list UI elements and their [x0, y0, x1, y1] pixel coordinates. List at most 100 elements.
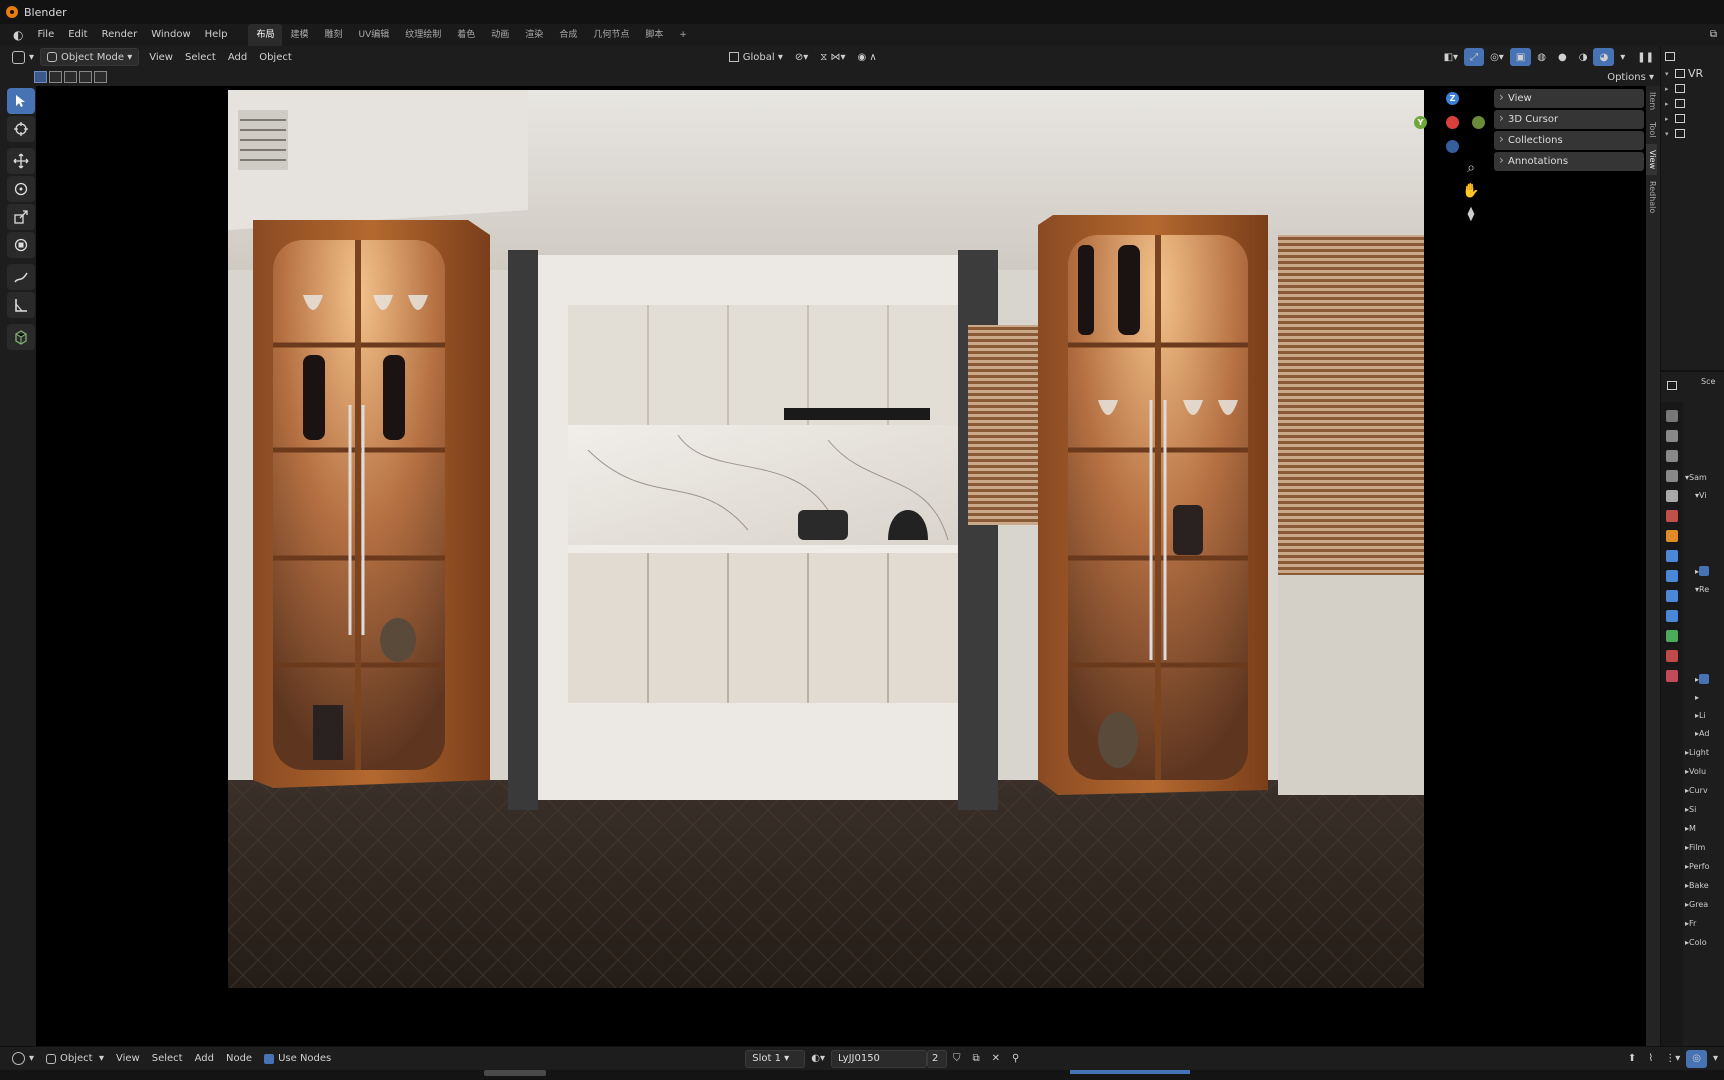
outliner-row[interactable]: ▾ VR: [1661, 66, 1724, 81]
overlay-toggle[interactable]: ◎: [1686, 1049, 1707, 1068]
menu-help[interactable]: Help: [198, 24, 235, 46]
workspace-tab-geometry-nodes[interactable]: 几何节点: [585, 24, 637, 46]
gizmo-z-axis[interactable]: Z: [1446, 92, 1459, 105]
snap-icon[interactable]: ⌇: [1642, 1050, 1659, 1068]
gizmo-y-axis[interactable]: Y: [1414, 116, 1427, 129]
xray-toggle[interactable]: ▣: [1509, 48, 1532, 66]
select-invert-icon[interactable]: [79, 71, 92, 83]
camera-view-icon[interactable]: ⧫: [1460, 206, 1482, 226]
workspace-tab-texture-paint[interactable]: 纹理绘制: [397, 24, 449, 46]
node-select-menu[interactable]: Select: [146, 1050, 189, 1068]
overlay-toggle[interactable]: ◎▾: [1484, 48, 1510, 66]
pause-render-button[interactable]: ❚❚: [1631, 48, 1660, 66]
tab-redhalo[interactable]: Redhalo: [1646, 175, 1657, 219]
prop-panel[interactable]: ▸ Film: [1685, 838, 1705, 856]
gizmo-neg-z-axis[interactable]: [1446, 140, 1459, 153]
add-cube-tool[interactable]: [7, 324, 35, 350]
prop-panel[interactable]: ▸: [1695, 688, 1699, 706]
workspace-tab-layout[interactable]: 布局: [248, 24, 283, 46]
prop-panel[interactable]: ▸ Colo: [1685, 933, 1707, 951]
outliner-editor-icon[interactable]: [1665, 51, 1675, 61]
unlink-material-icon[interactable]: ✕: [986, 1050, 1006, 1068]
outliner-row[interactable]: ▸: [1661, 111, 1724, 126]
add-workspace-button[interactable]: +: [671, 24, 695, 46]
tab-item[interactable]: Item: [1646, 86, 1657, 116]
prop-panel[interactable]: ▸ Grea: [1685, 895, 1708, 913]
menu-edit[interactable]: Edit: [61, 24, 94, 46]
expand-arrow-icon[interactable]: ▸: [1665, 115, 1675, 123]
modifier-props-icon[interactable]: [1666, 550, 1678, 562]
use-nodes-toggle[interactable]: Use Nodes: [258, 1050, 337, 1068]
viewport-object-menu[interactable]: Object: [253, 48, 298, 66]
node-snap-dropdown[interactable]: ⋮▾: [1659, 1050, 1686, 1068]
rotate-tool[interactable]: [7, 176, 35, 202]
prop-panel[interactable]: ▸ Curv: [1685, 781, 1708, 799]
select-box-tool[interactable]: [7, 88, 35, 114]
object-props-icon[interactable]: [1666, 530, 1678, 542]
editor-type-button[interactable]: ▾: [6, 48, 40, 66]
prop-panel[interactable]: ▾ Sam: [1685, 468, 1707, 486]
panel-3d-cursor[interactable]: 3D Cursor: [1494, 109, 1644, 129]
panel-view[interactable]: View: [1494, 88, 1644, 108]
shading-wireframe-button[interactable]: ◍: [1531, 48, 1552, 66]
transform-orientation-dropdown[interactable]: Global ▾: [723, 48, 789, 66]
zoom-icon[interactable]: ⌕: [1460, 160, 1482, 180]
prop-panel[interactable]: ▸ Li: [1695, 706, 1706, 724]
parent-node-tree-icon[interactable]: ⬆: [1622, 1050, 1642, 1068]
panel-collections[interactable]: Collections: [1494, 130, 1644, 150]
gizmo-neg-y-axis[interactable]: [1472, 116, 1485, 129]
cursor-tool[interactable]: [7, 116, 35, 142]
viewport-add-menu[interactable]: Add: [222, 48, 253, 66]
shading-rendered-button[interactable]: ◕: [1593, 48, 1615, 66]
expand-arrow-icon[interactable]: ▾: [1665, 130, 1675, 138]
move-tool[interactable]: [7, 148, 35, 174]
pin-icon[interactable]: ⚲: [1006, 1050, 1025, 1068]
duplicate-material-icon[interactable]: ⧉: [967, 1050, 986, 1068]
snap-toggle[interactable]: ⧖ ⋈▾: [814, 48, 851, 66]
workspace-tab-rendering[interactable]: 渲染: [517, 24, 551, 46]
node-node-menu[interactable]: Node: [220, 1050, 258, 1068]
data-props-icon[interactable]: [1666, 630, 1678, 642]
output-props-icon[interactable]: [1666, 450, 1678, 462]
shading-options-dropdown[interactable]: ▾: [1614, 48, 1631, 66]
scene-props-icon[interactable]: [1666, 490, 1678, 502]
mode-dropdown[interactable]: Object Mode ▾: [40, 48, 140, 66]
menu-window[interactable]: Window: [144, 24, 197, 46]
prop-checkbox[interactable]: ▸: [1695, 670, 1713, 688]
render-props-icon[interactable]: [1666, 430, 1678, 442]
tool-props-icon[interactable]: [1666, 410, 1678, 422]
node-view-menu[interactable]: View: [110, 1050, 146, 1068]
prop-panel[interactable]: ▸ Bake: [1685, 876, 1709, 894]
annotate-tool[interactable]: [7, 264, 35, 290]
workspace-tab-shading[interactable]: 着色: [449, 24, 483, 46]
measure-tool[interactable]: [7, 292, 35, 318]
outliner-row[interactable]: ▾: [1661, 126, 1724, 141]
prop-panel[interactable]: ▾ Re: [1695, 580, 1709, 598]
outliner-row[interactable]: ▸: [1661, 96, 1724, 111]
expand-arrow-icon[interactable]: ▸: [1665, 85, 1675, 93]
view-layer-props-icon[interactable]: [1666, 470, 1678, 482]
workspace-tab-scripting[interactable]: 脚本: [637, 24, 671, 46]
prop-checkbox[interactable]: ▸: [1695, 562, 1713, 580]
node-canvas-strip[interactable]: [0, 1070, 1724, 1080]
material-browse-button[interactable]: ◐▾: [805, 1050, 831, 1068]
prop-panel[interactable]: ▸ Ad: [1695, 724, 1709, 742]
editor-type-button[interactable]: ▾: [6, 1050, 40, 1068]
tab-view[interactable]: View: [1646, 143, 1657, 175]
workspace-tab-uv-editing[interactable]: UV编辑: [351, 24, 398, 46]
workspace-tab-compositing[interactable]: 合成: [551, 24, 585, 46]
prop-panel[interactable]: ▸ Perfo: [1685, 857, 1709, 875]
outliner-row[interactable]: ▸: [1661, 81, 1724, 96]
visibility-dropdown[interactable]: ◧▾: [1438, 48, 1464, 66]
workspace-tab-animation[interactable]: 动画: [483, 24, 517, 46]
navigation-gizmo[interactable]: Z Y: [1408, 90, 1485, 170]
material-props-icon[interactable]: [1666, 650, 1678, 662]
prop-panel[interactable]: ▸ Volu: [1685, 762, 1706, 780]
prop-panel[interactable]: ▸ M: [1685, 819, 1696, 837]
texture-props-icon[interactable]: [1666, 670, 1678, 682]
gizmo-toggle[interactable]: ⤢: [1464, 48, 1485, 66]
prop-panel[interactable]: ▸ Fr: [1685, 914, 1696, 932]
constraints-props-icon[interactable]: [1666, 610, 1678, 622]
shading-solid-button[interactable]: ●: [1552, 48, 1573, 66]
properties-editor-icon[interactable]: [1667, 380, 1677, 390]
